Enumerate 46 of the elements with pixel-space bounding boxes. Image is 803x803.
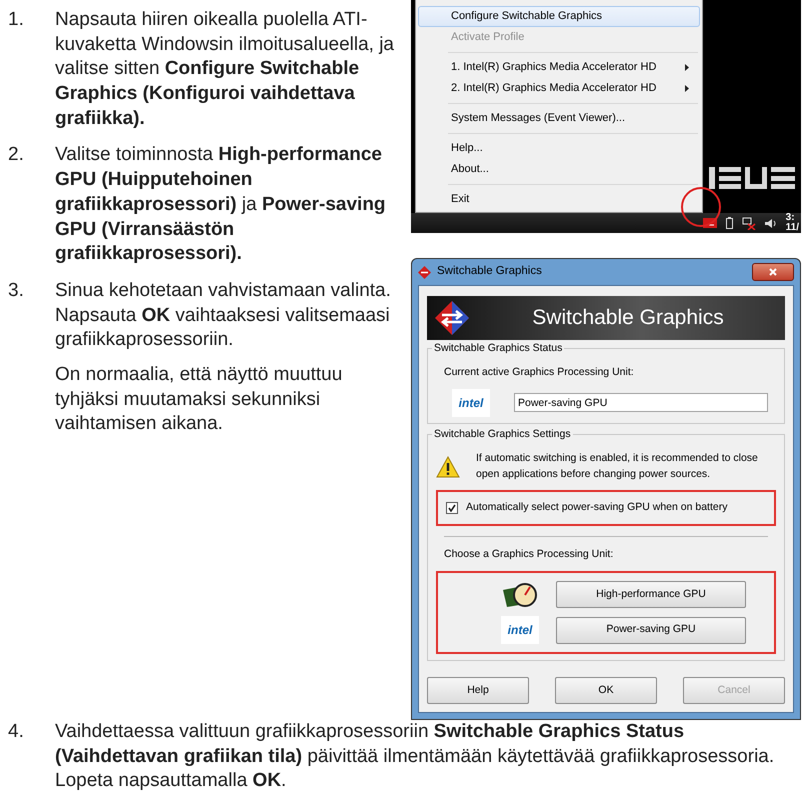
dialog-button[interactable]: OK	[555, 677, 657, 704]
menu-item[interactable]: About...	[418, 159, 700, 180]
menu-item[interactable]: 2. Intel(R) Graphics Media Accelerator HD	[418, 78, 700, 99]
submenu-arrow-icon	[685, 64, 689, 71]
step-note: On normaalia, että näyttö muuttuu tyhjäksi muutamaksi sekunniksi vaihtamisen aikana.	[55, 362, 344, 436]
check-icon	[448, 504, 456, 512]
checkbox[interactable]	[446, 502, 458, 514]
step-number: 3.	[7, 278, 25, 303]
menu-item[interactable]: Exit	[418, 189, 700, 210]
menu-item[interactable]: Help...	[418, 138, 700, 159]
speaker-icon	[764, 218, 777, 228]
window-title: Switchable Graphics	[437, 264, 542, 280]
step-text: Valitse toiminnosta High-performance GPU (Huipputehoinen grafiikkaprosessori) ja Power-saving GPU (Virransäästön grafiikkaprosessori).	[55, 143, 387, 266]
banner-title: Switchable Graphics	[531, 305, 725, 332]
dialog-button[interactable]: Help	[427, 677, 529, 704]
warning-icon	[436, 456, 460, 478]
close-button[interactable]	[752, 263, 794, 281]
step-text: Napsauta hiiren oikealla puolella ATI-kuvaketta Windowsin ilmoitusalueella, ja valitse sitten Configure Switchable Graphics (Konfiguroi vaihdettava grafiikka).	[55, 8, 395, 131]
logo-text: intel	[452, 388, 490, 417]
gpu-field[interactable]: Power-saving GPU	[514, 393, 768, 412]
gauge-icon	[501, 582, 539, 608]
checkbox-label: Automatically select power-saving GPU when on battery	[466, 500, 728, 516]
warning-text: If automatic switching is enabled, it is recommended to close open applications before changing power sources.	[476, 450, 759, 482]
submenu-arrow-icon	[685, 85, 689, 92]
step-text: Sinua kehotetaan vahvistamaan valinta. Napsauta OK vaihtaaksesi valitsemaasi grafiikkaprosessoriin.	[55, 278, 392, 352]
close-icon	[769, 268, 777, 276]
network-disconnected-icon	[742, 216, 756, 230]
field-label: Current active Graphics Processing Unit:	[444, 365, 635, 380]
menu-item[interactable]: 1. Intel(R) Graphics Media Accelerator HD	[418, 57, 700, 78]
step-number: 4.	[7, 720, 25, 744]
field-label: Choose a Graphics Processing Unit:	[444, 547, 614, 562]
gpu-button[interactable]: High-performance GPU	[556, 581, 746, 608]
gpu-button[interactable]: Power-saving GPU	[556, 616, 746, 644]
clock-time: 3:	[786, 212, 796, 222]
clock-date: 11/	[786, 223, 799, 234]
battery-icon	[726, 217, 733, 229]
menu-item[interactable]: System Messages (Event Viewer)...	[418, 108, 700, 129]
group-label: Switchable Graphics Settings	[432, 426, 573, 442]
app-icon	[418, 266, 431, 278]
arrows-logo-icon	[435, 301, 469, 335]
step-text: Vaihdettaessa valittuun grafiikkaprosessoriin Switchable Graphics Status (Vaihdettavan grafiikan tila) päivittää ilmentämään käytettävää grafiikkaprosessoria. Lopeta napsauttamalla OK.	[55, 720, 776, 794]
step-number: 1.	[7, 8, 25, 32]
step-number: 2.	[7, 143, 25, 168]
highlight-circle	[681, 187, 721, 227]
logo-text: intel	[501, 616, 539, 644]
menu-item[interactable]: Configure Switchable Graphics	[418, 6, 700, 27]
